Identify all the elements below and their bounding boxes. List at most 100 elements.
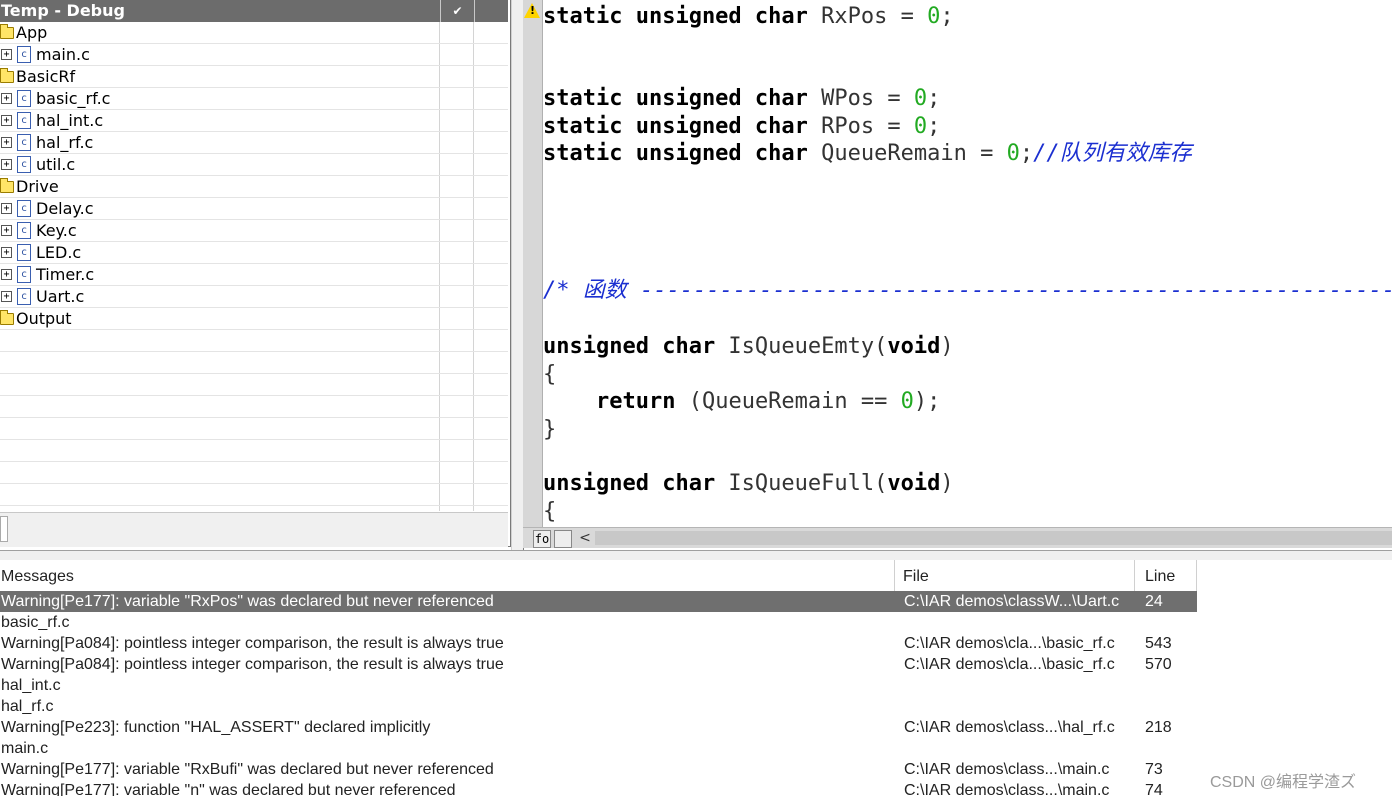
tree-cell: [473, 176, 508, 197]
expand-icon[interactable]: +: [1, 115, 12, 126]
tree-cell: [473, 352, 508, 373]
message-file: C:\IAR demos\classW...\Uart.c: [904, 593, 1120, 610]
message-row[interactable]: Warning[Pa084]: pointless integer compar…: [0, 654, 1197, 675]
tree-cell: [439, 308, 474, 329]
tree-file[interactable]: + c hal_int.c: [0, 110, 508, 132]
tree-cell: [473, 506, 508, 511]
editor-tab-fo[interactable]: fo: [533, 530, 551, 548]
tree-cell: [473, 198, 508, 219]
tree-folder[interactable]: Output: [0, 308, 508, 330]
tree-empty-row: [0, 396, 508, 418]
message-row[interactable]: hal_int.c: [0, 675, 1197, 696]
tree-file-label: basic_rf.c: [36, 89, 111, 108]
tree-cell: [473, 242, 508, 263]
message-text: hal_rf.c: [1, 698, 54, 715]
tree-folder[interactable]: Drive: [0, 176, 508, 198]
tree-cell: [473, 484, 508, 505]
tree-cell: [439, 286, 474, 307]
message-text: Warning[Pe223]: function "HAL_ASSERT" de…: [1, 719, 431, 736]
tree-file[interactable]: + c Uart.c: [0, 286, 508, 308]
tree-cell: [439, 198, 474, 219]
expand-icon[interactable]: +: [1, 225, 12, 236]
expand-icon[interactable]: +: [1, 269, 12, 280]
code-line[interactable]: static unsigned char QueueRemain = 0;//队…: [543, 140, 1192, 167]
scroll-thumb[interactable]: [0, 516, 8, 542]
expand-icon[interactable]: +: [1, 291, 12, 302]
tree-cell: [439, 132, 474, 153]
workspace-scrollbar[interactable]: [0, 512, 508, 547]
code-line[interactable]: static unsigned char RPos = 0;: [543, 113, 940, 140]
tree-cell: [473, 330, 508, 351]
column-header-messages[interactable]: Messages: [1, 560, 895, 591]
message-row[interactable]: hal_rf.c: [0, 696, 1197, 717]
code-punctuation: ): [940, 334, 954, 359]
workspace-title[interactable]: Temp - Debug: [1, 0, 125, 22]
tree-file-label: Key.c: [36, 221, 77, 240]
tree-folder[interactable]: BasicRf: [0, 66, 508, 88]
message-row[interactable]: Warning[Pe177]: variable "n" was declare…: [0, 780, 1197, 796]
build-checkmark-icon[interactable]: ✔: [440, 0, 474, 22]
message-row[interactable]: Warning[Pa084]: pointless integer compar…: [0, 633, 1197, 654]
expand-icon[interactable]: +: [1, 247, 12, 258]
tree-cell: [473, 154, 508, 175]
expand-icon[interactable]: +: [1, 93, 12, 104]
message-line: 73: [1145, 761, 1163, 778]
tree-cell: [473, 286, 508, 307]
code-line[interactable]: unsigned char IsQueueEmty(void): [543, 333, 954, 360]
expand-icon[interactable]: +: [1, 203, 12, 214]
message-row[interactable]: basic_rf.c: [0, 612, 1197, 633]
code-text: IsQueueEmty(: [715, 334, 888, 359]
code-text: {: [543, 499, 557, 524]
tree-file[interactable]: + c basic_rf.c: [0, 88, 508, 110]
expand-icon[interactable]: +: [1, 137, 12, 148]
code-keyword: static unsigned char: [543, 141, 808, 166]
expand-icon[interactable]: +: [1, 49, 12, 60]
tree-folder[interactable]: App: [0, 22, 508, 44]
tree-empty-row: [0, 374, 508, 396]
scroll-track[interactable]: [595, 531, 1392, 545]
code-line[interactable]: {: [543, 361, 556, 388]
tree-file[interactable]: + c util.c: [0, 154, 508, 176]
tree-file[interactable]: + c LED.c: [0, 242, 508, 264]
column-header-file[interactable]: File: [895, 560, 1135, 591]
code-punctuation: ): [940, 471, 954, 496]
editor-gutter: !: [523, 0, 543, 527]
tree-file[interactable]: + c Delay.c: [0, 198, 508, 220]
c-file-icon: c: [17, 266, 31, 283]
message-row[interactable]: main.c: [0, 738, 1197, 759]
code-line[interactable]: }: [543, 416, 556, 443]
code-line[interactable]: unsigned char IsQueueFull(void): [543, 470, 954, 497]
tree-cell: [473, 418, 508, 439]
code-line[interactable]: /* 函数 ----------------------------------…: [543, 277, 1392, 304]
code-line[interactable]: static unsigned char WPos = 0;: [543, 85, 940, 112]
code-line[interactable]: {: [543, 498, 556, 525]
message-text: basic_rf.c: [1, 614, 70, 631]
expand-icon[interactable]: +: [1, 159, 12, 170]
editor-tab-blank[interactable]: [554, 530, 572, 548]
scroll-left-arrow-icon[interactable]: <: [577, 529, 593, 547]
code-area[interactable]: static unsigned char RxPos = 0; static un…: [543, 0, 1392, 527]
code-comment: //队列有效库存: [1033, 141, 1192, 166]
code-editor[interactable]: ! static unsigned char RxPos = 0; static …: [523, 0, 1392, 548]
tree-cell: [473, 44, 508, 65]
column-header-line[interactable]: Line: [1136, 560, 1197, 591]
message-line: 74: [1145, 782, 1163, 796]
editor-horizontal-scrollbar[interactable]: fo <: [523, 527, 1392, 548]
message-line: 218: [1145, 719, 1172, 736]
code-line[interactable]: return (QueueRemain == 0);: [543, 388, 940, 415]
message-row[interactable]: Warning[Pe223]: function "HAL_ASSERT" de…: [0, 717, 1197, 738]
tree-file[interactable]: + c Key.c: [0, 220, 508, 242]
tree-file[interactable]: + c main.c: [0, 44, 508, 66]
workspace-column: [474, 0, 509, 22]
code-keyword: static unsigned char: [543, 4, 808, 29]
tree-file[interactable]: + c Timer.c: [0, 264, 508, 286]
message-row-selected[interactable]: Warning[Pe177]: variable "RxPos" was dec…: [0, 591, 1197, 612]
code-line[interactable]: static unsigned char RxPos = 0;: [543, 3, 954, 30]
code-keyword: void: [887, 471, 941, 496]
tree-folder-label: Output: [16, 309, 72, 328]
tree-file[interactable]: + c hal_rf.c: [0, 132, 508, 154]
code-punctuation: ;: [927, 114, 941, 139]
code-keyword: return: [595, 389, 676, 414]
tree-cell: [473, 264, 508, 285]
message-row[interactable]: Warning[Pe177]: variable "RxBufi" was de…: [0, 759, 1197, 780]
